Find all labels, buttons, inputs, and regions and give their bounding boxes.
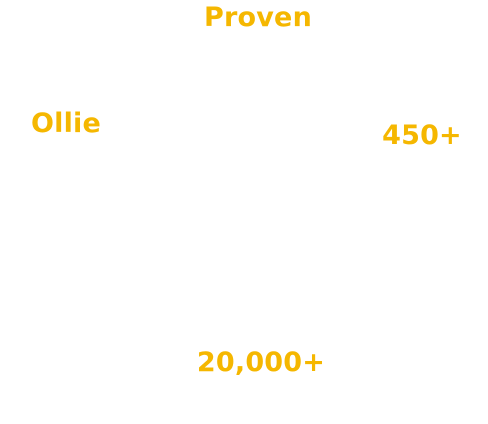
- stat-value-proven: Proven: [204, 2, 312, 33]
- stat-caption-20000-plus: [197, 382, 325, 400]
- stat-ollie: Ollie: [31, 110, 101, 161]
- stat-caption-proven: [204, 37, 312, 55]
- stat-value-450-plus: 450+: [382, 120, 462, 151]
- stat-caption-ollie: [31, 143, 101, 161]
- stat-caption-450-plus: [382, 155, 462, 173]
- stat-value-20000-plus: 20,000+: [196, 347, 326, 378]
- stat-proven: Proven: [204, 4, 312, 55]
- stat-20000-plus: 20,000+: [197, 349, 325, 400]
- stat-value-ollie: Ollie: [30, 108, 102, 139]
- stat-450-plus: 450+: [382, 122, 462, 173]
